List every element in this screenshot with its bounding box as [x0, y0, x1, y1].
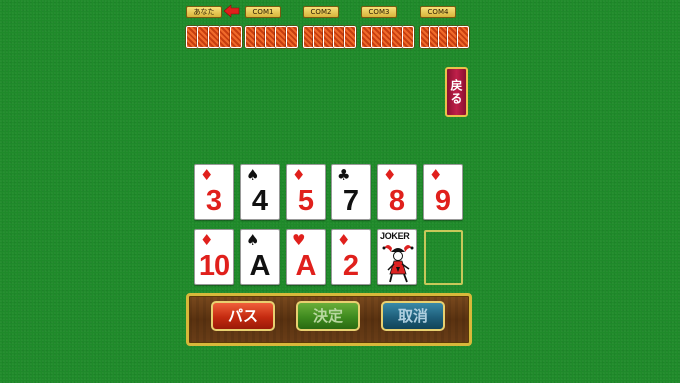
board-card[interactable]: ♦ 3 — [194, 164, 234, 220]
card-rank: 3 — [205, 185, 223, 217]
board-card[interactable]: ♠ A — [240, 229, 280, 285]
hand-you — [186, 26, 242, 48]
pass-button[interactable]: パス — [211, 301, 275, 331]
card-rank: 7 — [342, 185, 360, 217]
empty-card-slot[interactable] — [424, 230, 463, 285]
spade-icon: ♠ — [246, 231, 260, 249]
player-label-com1: COM1 — [245, 6, 281, 18]
card-rank: 9 — [434, 185, 452, 217]
card-rank: 10 — [198, 250, 230, 282]
arrow-left-icon — [224, 4, 240, 18]
player-label-com2: COM2 — [303, 6, 339, 18]
card-rank: 8 — [388, 185, 406, 217]
hand-com1 — [245, 26, 298, 48]
player-label-com4: COM4 — [420, 6, 456, 18]
player-label-you: あなた — [186, 6, 222, 18]
diamond-icon: ♦ — [292, 166, 306, 184]
spade-icon: ♠ — [246, 166, 260, 184]
card-rank: 2 — [342, 250, 360, 282]
board-card[interactable]: ♦ 8 — [377, 164, 417, 220]
card-back — [230, 26, 242, 48]
diamond-icon: ♦ — [383, 166, 397, 184]
card-rank: 4 — [251, 185, 269, 217]
card-back — [286, 26, 298, 48]
card-rank: 5 — [297, 185, 315, 217]
cancel-button[interactable]: 取消 — [381, 301, 445, 331]
confirm-button[interactable]: 決定 — [296, 301, 360, 331]
card-back — [402, 26, 414, 48]
player-label-com3: COM3 — [361, 6, 397, 18]
board-card[interactable]: ♦ 5 — [286, 164, 326, 220]
joker-card[interactable]: JOKER — [377, 229, 417, 285]
board-card[interactable]: ♣ 7 — [331, 164, 371, 220]
diamond-icon: ♦ — [200, 166, 214, 184]
board-card[interactable]: ♦ 10 — [194, 229, 234, 285]
hand-com3 — [361, 26, 414, 48]
heart-icon: ♥ — [292, 231, 306, 249]
back-button[interactable]: 戻る — [445, 67, 468, 117]
board-card[interactable]: ♠ 4 — [240, 164, 280, 220]
card-back — [344, 26, 356, 48]
club-icon: ♣ — [337, 166, 351, 184]
hand-com4 — [420, 26, 470, 48]
board-card[interactable]: ♦ 2 — [331, 229, 371, 285]
board-card[interactable]: ♦ 9 — [423, 164, 463, 220]
diamond-icon: ♦ — [200, 231, 214, 249]
card-back — [457, 26, 469, 48]
card-rank: A — [295, 250, 317, 282]
board-card[interactable]: ♥ A — [286, 229, 326, 285]
hand-com2 — [303, 26, 356, 48]
diamond-icon: ♦ — [337, 231, 351, 249]
diamond-icon: ♦ — [429, 166, 443, 184]
joker-label: JOKER — [380, 231, 410, 241]
card-rank: A — [249, 250, 271, 282]
jester-icon — [382, 245, 414, 283]
